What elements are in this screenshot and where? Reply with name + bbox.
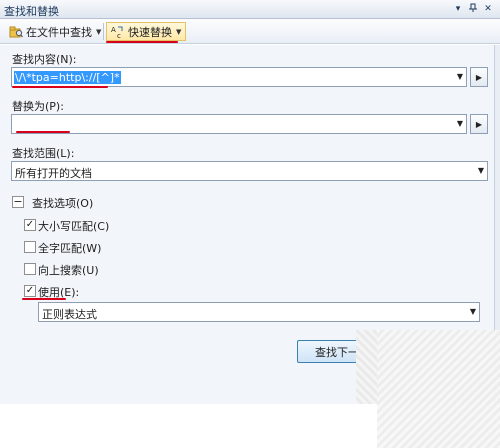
replace-label: 替换为(P): <box>12 100 64 113</box>
scope-value: 所有打开的文档 <box>15 167 92 180</box>
toolbar: 在文件中查找 ▼ A c 快速替换 ▼ <box>0 19 500 44</box>
match-case-checkbox[interactable]: ✓ <box>24 219 36 231</box>
search-up-label: 向上搜索(U) <box>38 264 99 277</box>
chevron-down-icon[interactable]: ▼ <box>478 166 484 175</box>
scope-label: 查找范围(L): <box>12 147 75 160</box>
annotation-underline <box>106 41 178 43</box>
pin-icon[interactable] <box>467 3 479 15</box>
svg-text:A: A <box>111 26 116 34</box>
scope-combobox[interactable]: 所有打开的文档 ▼ <box>11 161 488 181</box>
use-type-combobox[interactable]: 正则表达式 ▼ <box>38 302 480 322</box>
annotation-underline <box>16 131 70 133</box>
chevron-down-icon[interactable]: ▼ <box>457 72 463 81</box>
watermark-overlay <box>377 330 500 448</box>
replace-icon: A c <box>111 25 125 39</box>
options-header: 查找选项(O) <box>32 197 94 210</box>
expression-builder-button[interactable]: ▶ <box>470 67 488 87</box>
toolbar-separator <box>103 23 104 40</box>
use-checkbox[interactable]: ✓ <box>24 285 36 297</box>
chevron-down-icon[interactable]: ▼ <box>457 119 463 128</box>
annotation-underline <box>12 86 108 88</box>
find-combobox[interactable]: \/\*tpa=http\://[^]* ▼ <box>11 67 467 87</box>
window-titlebar: 查找和替换 ▾ ✕ <box>0 0 500 19</box>
quick-replace-button[interactable]: A c 快速替换 ▼ <box>106 22 187 41</box>
replace-combobox[interactable]: ▼ <box>11 114 467 134</box>
close-icon[interactable]: ✕ <box>482 3 494 15</box>
dropdown-arrow-icon[interactable]: ▾ <box>452 3 464 15</box>
chevron-down-icon: ▼ <box>176 27 182 36</box>
whole-word-checkbox[interactable] <box>24 241 36 253</box>
annotation-underline <box>22 298 66 300</box>
match-case-label: 大小写匹配(C) <box>38 220 110 233</box>
triangle-right-icon: ▶ <box>475 72 483 82</box>
find-label: 查找内容(N): <box>12 53 77 66</box>
chevron-down-icon[interactable]: ▼ <box>470 307 476 316</box>
svg-text:c: c <box>117 32 121 39</box>
replace-expression-button[interactable]: ▶ <box>470 114 488 134</box>
triangle-right-icon: ▶ <box>475 119 483 129</box>
window-title: 查找和替换 <box>4 5 59 18</box>
quick-replace-label: 快速替换 <box>128 25 172 39</box>
folder-search-icon <box>9 25 23 39</box>
find-in-files-label: 在文件中查找 <box>26 25 92 39</box>
find-input[interactable]: \/\*tpa=http\://[^]* <box>14 71 121 84</box>
find-in-files-button[interactable]: 在文件中查找 ▼ <box>5 22 105 41</box>
find-next-label: 查找下一 <box>315 345 359 359</box>
whole-word-label: 全字匹配(W) <box>38 242 102 255</box>
use-type-value: 正则表达式 <box>42 308 97 321</box>
search-up-checkbox[interactable] <box>24 263 36 275</box>
chevron-down-icon: ▼ <box>96 27 102 36</box>
collapse-toggle[interactable]: − <box>12 196 24 208</box>
